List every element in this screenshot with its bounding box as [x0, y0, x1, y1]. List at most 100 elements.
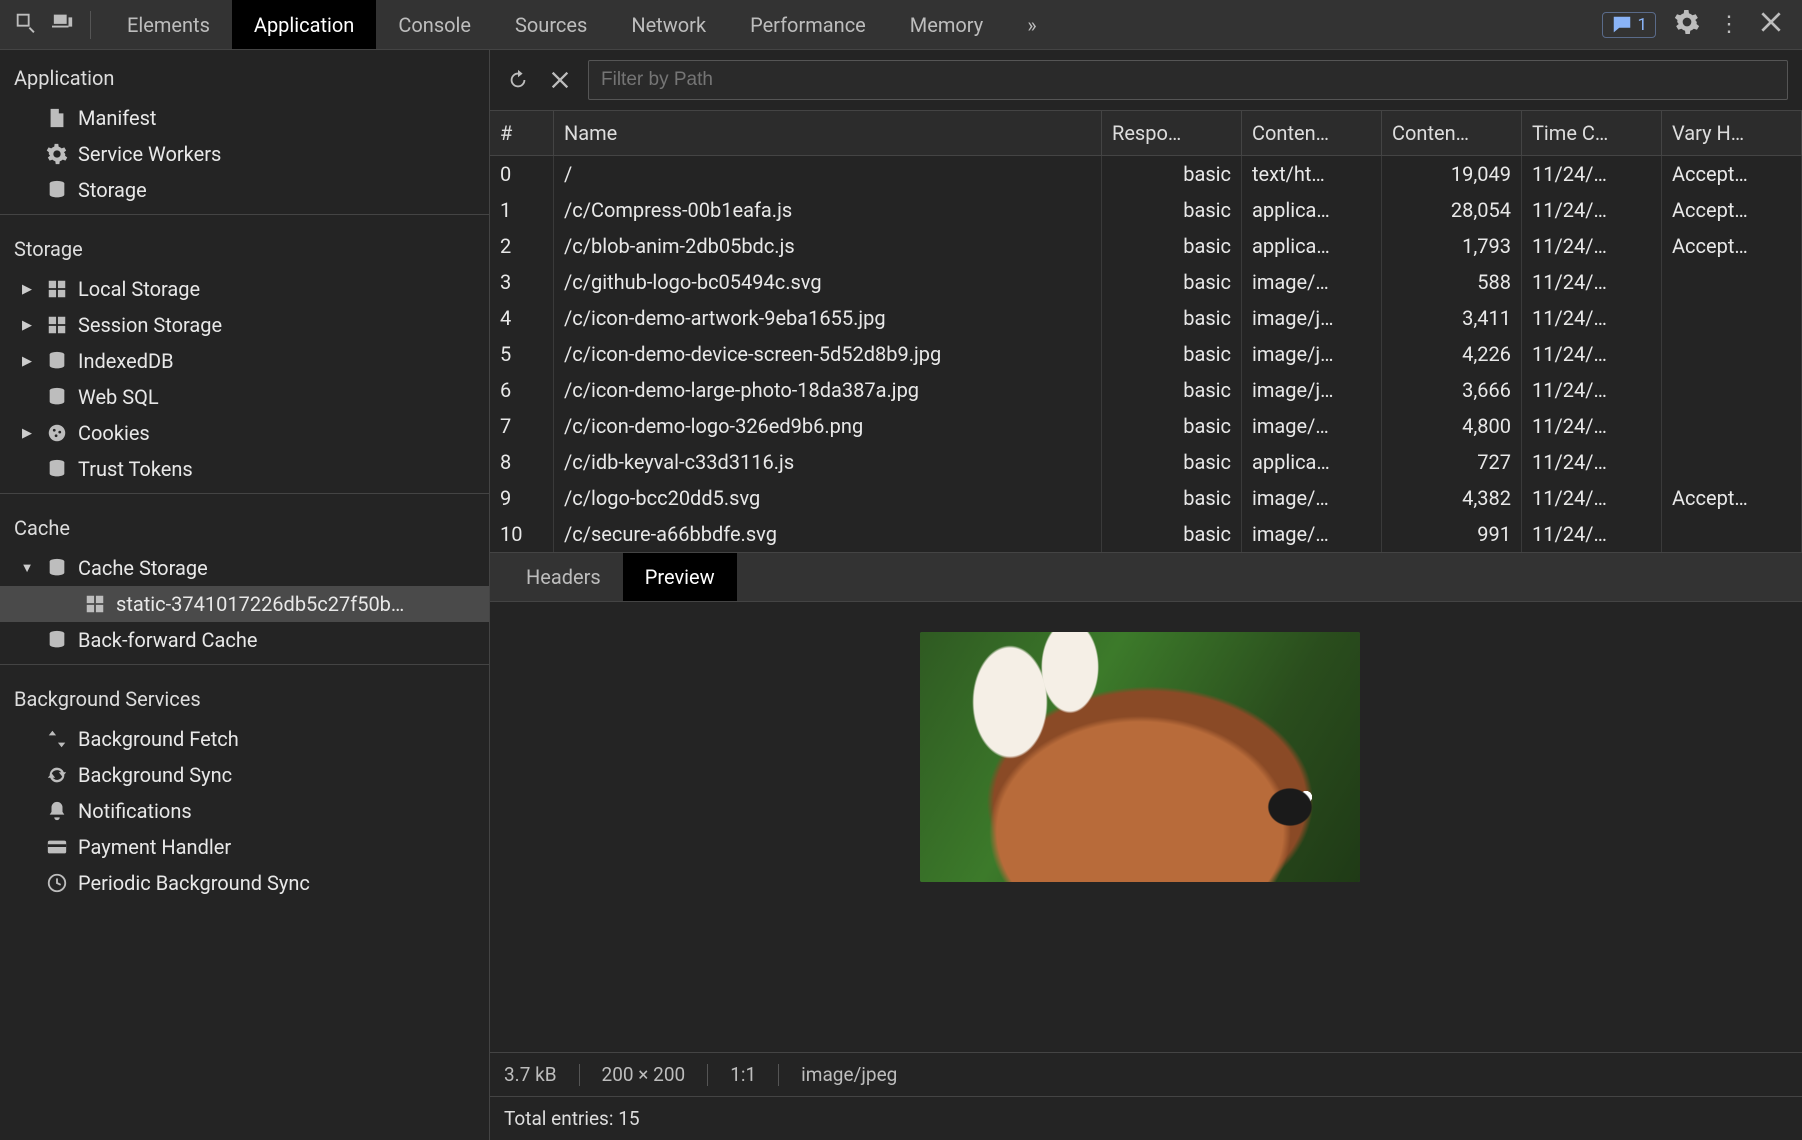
row-cell[interactable]: basic	[1102, 480, 1242, 516]
row-name[interactable]: /c/icon-demo-logo-326ed9b6.png	[554, 408, 1102, 444]
row-cell[interactable]: 11/24/…	[1522, 300, 1662, 336]
sidebar-item[interactable]: Trust Tokens	[0, 451, 489, 487]
row-cell[interactable]: basic	[1102, 336, 1242, 372]
column-header[interactable]: Name	[554, 111, 1102, 156]
row-cell[interactable]	[1662, 264, 1802, 300]
sidebar-item[interactable]: ▼Cache Storage	[0, 550, 489, 586]
row-cell[interactable]: applica…	[1242, 228, 1382, 264]
device-toolbar-icon[interactable]	[52, 11, 74, 38]
row-cell[interactable]	[1662, 444, 1802, 480]
sidebar-item[interactable]: static-3741017226db5c27f50b…	[0, 586, 489, 622]
row-index[interactable]: 5	[490, 336, 554, 372]
column-header[interactable]: Respo…	[1102, 111, 1242, 156]
detail-tab-headers[interactable]: Headers	[504, 553, 623, 601]
column-header[interactable]: Conten…	[1242, 111, 1382, 156]
row-cell[interactable]: 11/24/…	[1522, 192, 1662, 228]
column-header[interactable]: #	[490, 111, 554, 156]
row-name[interactable]: /c/github-logo-bc05494c.svg	[554, 264, 1102, 300]
row-cell[interactable]: image/j…	[1242, 372, 1382, 408]
tab-application[interactable]: Application	[232, 0, 376, 49]
row-cell[interactable]: basic	[1102, 264, 1242, 300]
row-cell[interactable]: 3,411	[1382, 300, 1522, 336]
row-name[interactable]: /c/idb-keyval-c33d3116.js	[554, 444, 1102, 480]
row-cell[interactable]: 11/24/…	[1522, 408, 1662, 444]
row-name[interactable]: /c/icon-demo-artwork-9eba1655.jpg	[554, 300, 1102, 336]
row-cell[interactable]: 19,049	[1382, 156, 1522, 192]
row-cell[interactable]: 588	[1382, 264, 1522, 300]
row-cell[interactable]	[1662, 516, 1802, 552]
row-cell[interactable]: image/j…	[1242, 336, 1382, 372]
row-cell[interactable]	[1662, 408, 1802, 444]
row-cell[interactable]: 11/24/…	[1522, 516, 1662, 552]
row-cell[interactable]: 1,793	[1382, 228, 1522, 264]
row-index[interactable]: 0	[490, 156, 554, 192]
row-cell[interactable]	[1662, 336, 1802, 372]
row-name[interactable]: /c/logo-bcc20dd5.svg	[554, 480, 1102, 516]
column-header[interactable]: Vary H…	[1662, 111, 1802, 156]
messages-badge[interactable]: 1	[1602, 12, 1656, 38]
row-cell[interactable]: basic	[1102, 228, 1242, 264]
tabs-overflow-button[interactable]: »	[1005, 0, 1058, 49]
more-icon[interactable]: ⋮	[1718, 12, 1740, 37]
row-cell[interactable]: Accept…	[1662, 228, 1802, 264]
delete-button[interactable]	[546, 66, 574, 94]
sidebar-item[interactable]: Notifications	[0, 793, 489, 829]
sidebar-item[interactable]: ▶Cookies	[0, 415, 489, 451]
row-index[interactable]: 2	[490, 228, 554, 264]
close-icon[interactable]	[1758, 9, 1784, 40]
row-cell[interactable]: text/ht…	[1242, 156, 1382, 192]
row-cell[interactable]: image/…	[1242, 264, 1382, 300]
row-cell[interactable]: applica…	[1242, 192, 1382, 228]
row-cell[interactable]: image/…	[1242, 480, 1382, 516]
row-cell[interactable]: 11/24/…	[1522, 480, 1662, 516]
tab-performance[interactable]: Performance	[728, 0, 888, 49]
row-cell[interactable]: image/j…	[1242, 300, 1382, 336]
row-cell[interactable]: basic	[1102, 300, 1242, 336]
row-cell[interactable]: basic	[1102, 516, 1242, 552]
row-cell[interactable]	[1662, 372, 1802, 408]
settings-icon[interactable]	[1674, 9, 1700, 40]
row-index[interactable]: 1	[490, 192, 554, 228]
sidebar-item[interactable]: Back-forward Cache	[0, 622, 489, 658]
row-name[interactable]: /c/Compress-00b1eafa.js	[554, 192, 1102, 228]
row-cell[interactable]: image/…	[1242, 408, 1382, 444]
row-cell[interactable]: image/…	[1242, 516, 1382, 552]
row-index[interactable]: 10	[490, 516, 554, 552]
sidebar-item[interactable]: Payment Handler	[0, 829, 489, 865]
sidebar-item[interactable]: Manifest	[0, 100, 489, 136]
row-name[interactable]: /c/icon-demo-large-photo-18da387a.jpg	[554, 372, 1102, 408]
row-cell[interactable]: basic	[1102, 444, 1242, 480]
tab-elements[interactable]: Elements	[105, 0, 232, 49]
row-cell[interactable]: 11/24/…	[1522, 264, 1662, 300]
row-name[interactable]: /c/secure-a66bbdfe.svg	[554, 516, 1102, 552]
row-cell[interactable]: Accept…	[1662, 156, 1802, 192]
column-header[interactable]: Time C…	[1522, 111, 1662, 156]
column-header[interactable]: Conten…	[1382, 111, 1522, 156]
row-cell[interactable]: 11/24/…	[1522, 444, 1662, 480]
row-name[interactable]: /c/blob-anim-2db05bdc.js	[554, 228, 1102, 264]
tab-sources[interactable]: Sources	[493, 0, 609, 49]
refresh-button[interactable]	[504, 66, 532, 94]
sidebar-item[interactable]: ▶Local Storage	[0, 271, 489, 307]
row-cell[interactable]: 3,666	[1382, 372, 1522, 408]
sidebar-item[interactable]: Service Workers	[0, 136, 489, 172]
inspect-icon[interactable]	[14, 11, 36, 38]
sidebar-item[interactable]: Background Fetch	[0, 721, 489, 757]
sidebar-item[interactable]: Periodic Background Sync	[0, 865, 489, 901]
row-name[interactable]: /	[554, 156, 1102, 192]
row-cell[interactable]: Accept…	[1662, 192, 1802, 228]
row-cell[interactable]: basic	[1102, 192, 1242, 228]
row-cell[interactable]: 4,382	[1382, 480, 1522, 516]
row-cell[interactable]: 11/24/…	[1522, 336, 1662, 372]
row-index[interactable]: 3	[490, 264, 554, 300]
row-cell[interactable]: applica…	[1242, 444, 1382, 480]
row-cell[interactable]: 11/24/…	[1522, 156, 1662, 192]
row-index[interactable]: 7	[490, 408, 554, 444]
tab-memory[interactable]: Memory	[888, 0, 1005, 49]
row-cell[interactable]: 4,226	[1382, 336, 1522, 372]
tab-network[interactable]: Network	[609, 0, 728, 49]
sidebar-item[interactable]: Web SQL	[0, 379, 489, 415]
row-index[interactable]: 6	[490, 372, 554, 408]
sidebar-item[interactable]: Storage	[0, 172, 489, 208]
row-cell[interactable]: basic	[1102, 408, 1242, 444]
